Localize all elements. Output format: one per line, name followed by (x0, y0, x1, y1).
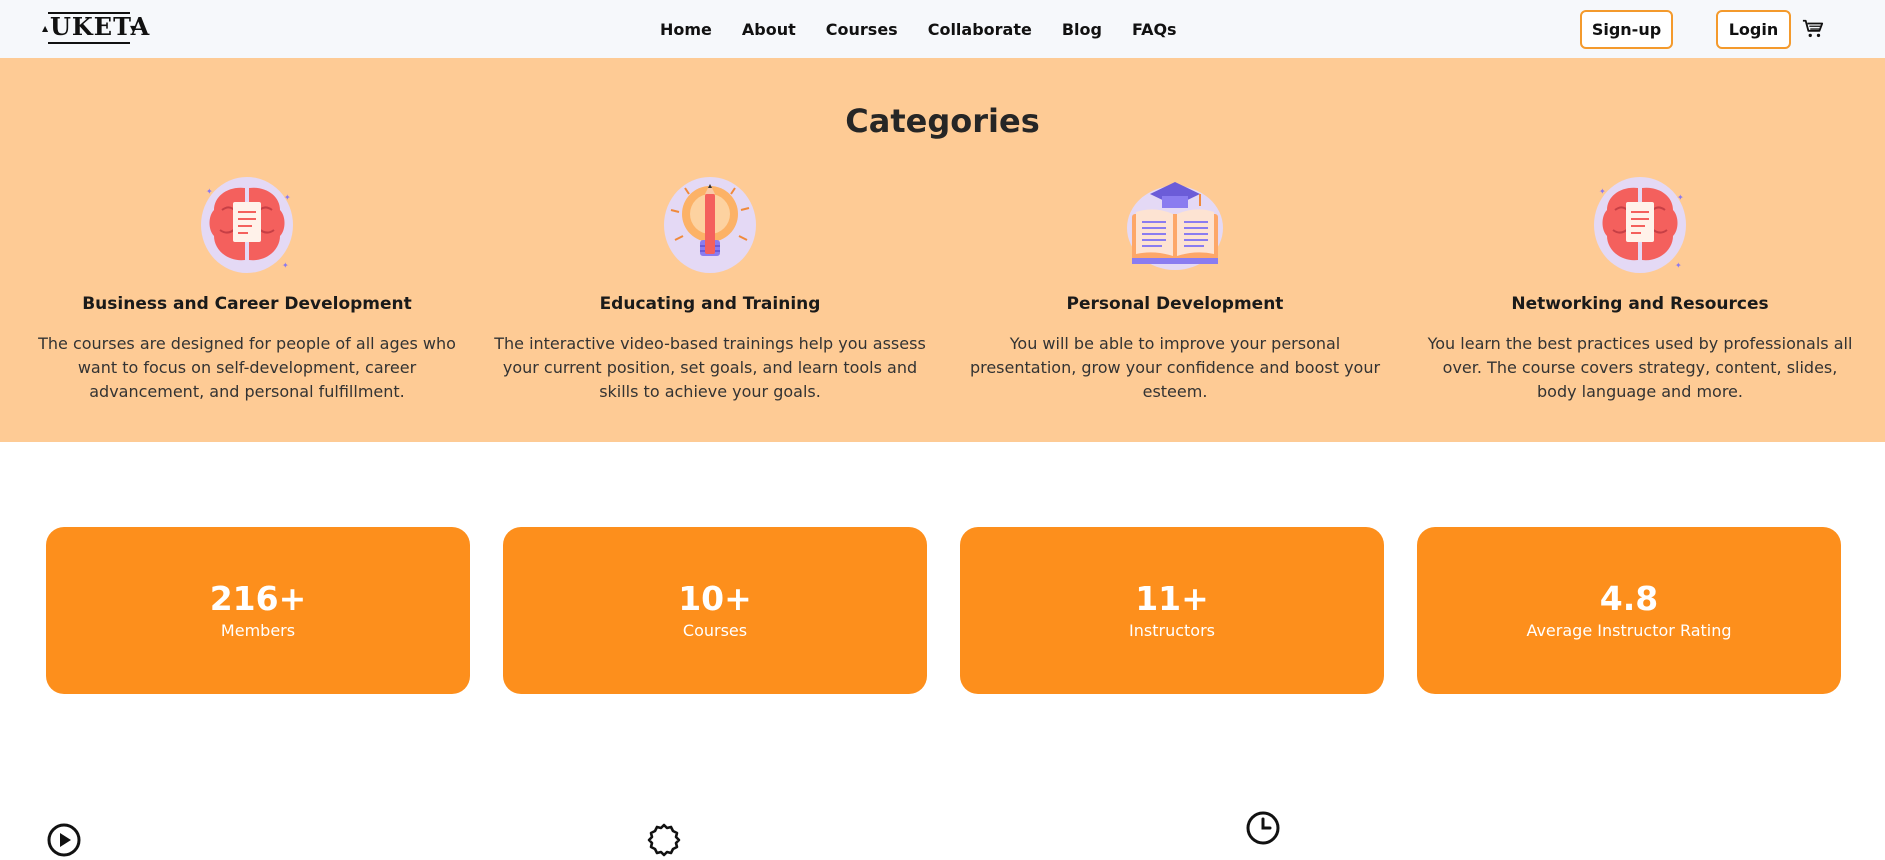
nav-link-collaborate[interactable]: Collaborate (928, 20, 1032, 39)
nav-link-blog[interactable]: Blog (1062, 20, 1102, 39)
category-description: You learn the best practices used by pro… (1427, 334, 1853, 401)
category-card-networking[interactable]: ✦ ✦ ✦ Networking and Resources You learn… (1420, 170, 1860, 404)
category-card-educating[interactable]: Educating and Training The interactive v… (490, 170, 930, 404)
categories-title: Categories (845, 102, 1040, 140)
play-circle-icon (47, 823, 81, 857)
stat-value: 10+ (678, 579, 752, 618)
nav-link-faqs[interactable]: FAQs (1132, 20, 1177, 39)
category-card-personal[interactable]: Personal Development You will be able to… (955, 170, 1395, 404)
category-name: Networking and Resources (1511, 294, 1769, 314)
category-description: The courses are designed for people of a… (38, 334, 456, 401)
logo[interactable]: ▲ UKETA ▼ (40, 8, 149, 48)
category-name: Personal Development (1066, 294, 1284, 314)
category-name: Educating and Training (599, 294, 821, 314)
category-card-business[interactable]: ✦ ✦ ✦ Business and Career Development Th… (27, 170, 467, 404)
svg-text:✦: ✦ (1677, 193, 1684, 202)
stat-label: Courses (682, 621, 748, 640)
category-description: You will be able to improve your persona… (969, 334, 1381, 401)
stat-card-courses: 10+ Courses (503, 527, 927, 694)
stat-value: 4.8 (1599, 579, 1659, 618)
svg-text:✦: ✦ (1599, 187, 1606, 196)
nav-link-about[interactable]: About (742, 20, 796, 39)
signup-button[interactable]: Sign-up (1580, 10, 1673, 49)
category-name: Business and Career Development (82, 294, 412, 314)
brain-icon: ✦ ✦ ✦ (201, 177, 293, 273)
category-description: The interactive video-based trainings he… (494, 334, 926, 401)
stat-value: 11+ (1135, 579, 1209, 618)
badge-icon (647, 823, 681, 857)
nav-link-home[interactable]: Home (660, 20, 712, 39)
stat-label: Instructors (1129, 621, 1215, 640)
login-button[interactable]: Login (1716, 10, 1791, 49)
nav-link-courses[interactable]: Courses (826, 20, 898, 39)
svg-text:✦: ✦ (284, 193, 291, 202)
categories-section: Categories ✦ ✦ ✦ Business and Career Dev… (0, 58, 1885, 442)
stat-card-instructors: 11+ Instructors (960, 527, 1384, 694)
logo-triangle-right: ▼ (130, 24, 137, 33)
book-graduation-cap-icon (1127, 182, 1223, 270)
stat-label: Average Instructor Rating (1526, 621, 1732, 640)
lightbulb-pencil-icon (664, 177, 756, 273)
stat-card-rating: 4.8 Average Instructor Rating (1417, 527, 1841, 694)
navbar: ▲ UKETA ▼ Home About Courses Collaborate… (0, 0, 1885, 58)
svg-text:✦: ✦ (1675, 261, 1682, 270)
stat-value: 216+ (209, 579, 307, 618)
svg-text:✦: ✦ (282, 261, 289, 270)
logo-triangle-left: ▲ (42, 24, 49, 33)
cart-icon[interactable] (1802, 18, 1824, 40)
stat-card-members: 216+ Members (46, 527, 470, 694)
clock-icon (1246, 811, 1280, 845)
brain-icon: ✦ ✦ ✦ (1594, 177, 1686, 273)
svg-text:✦: ✦ (206, 187, 213, 196)
nav-links: Home About Courses Collaborate Blog FAQs (660, 0, 1207, 58)
logo-rule-bottom (48, 42, 130, 44)
stat-label: Members (220, 621, 296, 640)
